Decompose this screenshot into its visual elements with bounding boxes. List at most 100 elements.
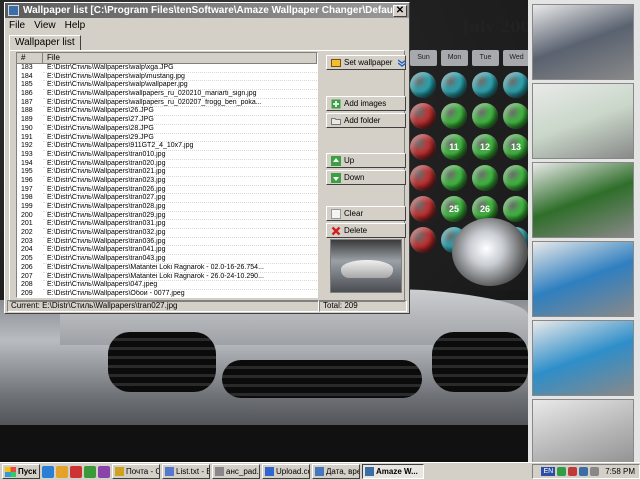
row-file-path: E:\Distr\Стиль\Wallpapers\tran028.jpg: [43, 203, 317, 212]
app-quicklaunch-icon[interactable]: [84, 465, 96, 478]
window-title: Wallpaper list [C:\Program Files\tenSoft…: [23, 5, 393, 16]
thumb-blue-text[interactable]: [532, 320, 634, 396]
table-row[interactable]: 186 E:\Distr\Стиль\Wallpapers\wallpapers_…: [17, 90, 317, 99]
row-number: 190: [21, 124, 33, 132]
calendar-day: [472, 72, 498, 98]
close-button[interactable]: ✕: [393, 4, 407, 17]
row-number: 209: [21, 289, 33, 297]
table-row[interactable]: 192 E:\Distr\Стиль\Wallpapers\911GT2_4_10…: [17, 142, 317, 151]
table-row[interactable]: 184 E:\Distr\Стиль\Wallpapers\walp\mustan…: [17, 73, 317, 82]
down-label: Down: [344, 173, 365, 182]
table-row[interactable]: 191 E:\Distr\Стиль\Wallpapers\29.JPG: [17, 134, 317, 143]
table-row[interactable]: 202 E:\Distr\Стиль\Wallpapers\tran032.jpg: [17, 229, 317, 238]
table-row[interactable]: 196 E:\Distr\Стиль\Wallpapers\tran023.jpg: [17, 177, 317, 186]
thumb-car-tunnel[interactable]: [532, 4, 634, 80]
row-number: 184: [21, 72, 33, 80]
clock[interactable]: 7:58 PM: [605, 467, 635, 476]
row-file-path: E:\Distr\Стиль\Wallpapers\26.JPG: [43, 107, 317, 117]
language-indicator[interactable]: EN: [541, 467, 556, 476]
set-wallpaper-button[interactable]: Set wallpaper: [326, 55, 406, 70]
tab-wallpaper-list[interactable]: Wallpaper list: [9, 35, 81, 51]
thumb-biget[interactable]: [532, 399, 634, 462]
wallpaper-list[interactable]: # File 183 E:\Distr\Стиль\Wallpapers\walp…: [16, 52, 318, 298]
taskbar-item[interactable]: анс_pad...: [212, 464, 260, 479]
start-button[interactable]: Пуск: [2, 464, 40, 479]
title-bar[interactable]: Wallpaper list [C:\Program Files\tenSoft…: [5, 3, 409, 18]
column-header-number[interactable]: #: [17, 53, 43, 64]
menu-view[interactable]: View: [34, 20, 56, 31]
delete-label: Delete: [344, 226, 368, 235]
system-tray: EN 7:58 PM: [532, 464, 640, 479]
table-row[interactable]: 193 E:\Distr\Стиль\Wallpapers\tran010.jpg: [17, 151, 317, 160]
tray-antivirus-icon[interactable]: [568, 467, 578, 476]
row-file-path: E:\Distr\Стиль\Wallpapers\911GT2_4_10x7.…: [43, 142, 317, 151]
menu-help[interactable]: Help: [65, 20, 86, 31]
down-button[interactable]: Down: [326, 170, 406, 185]
add-images-button[interactable]: Add images: [326, 96, 406, 111]
taskbar-item[interactable]: Amaze W...: [362, 464, 424, 479]
row-file-path: E:\Distr\Стиль\Wallpapers\047.jpeg: [43, 281, 317, 290]
taskbar-item[interactable]: Дата, вре...: [312, 464, 360, 479]
column-header-file[interactable]: File: [43, 53, 317, 64]
calendar-day: [503, 72, 529, 98]
taskbar-item[interactable]: List.txt - Б...: [162, 464, 210, 479]
wallpaper-list-window: Wallpaper list [C:\Program Files\tenSoft…: [4, 2, 410, 314]
table-row[interactable]: 207 E:\Distr\Стиль\Wallpapers\Matantei Lo…: [17, 273, 317, 282]
table-row[interactable]: 199 E:\Distr\Стиль\Wallpapers\tran028.jpg: [17, 203, 317, 212]
player-quicklaunch-icon[interactable]: [98, 465, 110, 478]
table-row[interactable]: 183 E:\Distr\Стиль\Wallpapers\walp\xga.JP…: [17, 64, 317, 73]
table-row[interactable]: 205 E:\Distr\Стиль\Wallpapers\tran043.jpg: [17, 255, 317, 264]
clear-button[interactable]: Clear: [326, 206, 406, 221]
table-row[interactable]: 195 E:\Distr\Стиль\Wallpapers\tran021.jpg: [17, 168, 317, 177]
table-row[interactable]: 203 E:\Distr\Стиль\Wallpapers\tran036.jpg: [17, 238, 317, 247]
table-row[interactable]: 204 E:\Distr\Стиль\Wallpapers\tran041.jpg: [17, 246, 317, 256]
table-row[interactable]: 197 E:\Distr\Стиль\Wallpapers\tran026.jpg: [17, 186, 317, 195]
folder-quicklaunch-icon[interactable]: [56, 465, 68, 478]
calendar-day: [441, 103, 467, 129]
menu-file[interactable]: File: [9, 20, 25, 31]
delete-icon: [331, 226, 341, 235]
chevron-down-icon[interactable]: [398, 59, 406, 67]
calendar-day: 13: [503, 134, 529, 160]
table-row[interactable]: 208 E:\Distr\Стиль\Wallpapers\047.jpeg: [17, 281, 317, 290]
thumb-island[interactable]: [532, 241, 634, 317]
up-label: Up: [344, 156, 355, 165]
table-row[interactable]: 188 E:\Distr\Стиль\Wallpapers\26.JPG: [17, 107, 317, 117]
table-row[interactable]: 200 E:\Distr\Стиль\Wallpapers\tran029.jpg: [17, 212, 317, 221]
table-row[interactable]: 190 E:\Distr\Стиль\Wallpapers\28.JPG: [17, 125, 317, 134]
table-row[interactable]: 185 E:\Distr\Стиль\Wallpapers\walp\wallpa…: [17, 81, 317, 91]
table-row[interactable]: 198 E:\Distr\Стиль\Wallpapers\tran027.jpg: [17, 194, 317, 203]
arrow-down-icon: [331, 172, 341, 183]
row-number: 207: [21, 272, 33, 280]
taskbar-item[interactable]: Почта - С...: [112, 464, 160, 479]
media-quicklaunch-icon[interactable]: [70, 465, 82, 478]
tab-panel: # File 183 E:\Distr\Стиль\Wallpapers\walp…: [9, 50, 406, 302]
add-images-icon: [331, 99, 341, 108]
calendar-day: 12: [472, 134, 498, 160]
tray-wallpaper-icon[interactable]: [579, 467, 589, 476]
table-row[interactable]: 206 E:\Distr\Стиль\Wallpapers\Matantei Lo…: [17, 264, 317, 273]
row-file-path: E:\Distr\Стиль\Wallpapers\Обои - 0077.jp…: [43, 290, 317, 297]
menu-bar: File View Help: [5, 18, 409, 33]
row-file-path: E:\Distr\Стиль\Wallpapers\tran021.jpg: [43, 168, 317, 177]
delete-button[interactable]: Delete: [326, 223, 406, 238]
table-row[interactable]: 189 E:\Distr\Стиль\Wallpapers\27.JPG: [17, 116, 317, 125]
thumb-spider[interactable]: [532, 83, 634, 159]
folder-icon: [331, 117, 341, 125]
taskbar-item[interactable]: Upload.co...: [262, 464, 310, 479]
add-folder-label: Add folder: [344, 116, 381, 125]
table-row[interactable]: 201 E:\Distr\Стиль\Wallpapers\tran031.jpg: [17, 220, 317, 230]
calendar-day: [410, 72, 436, 98]
up-button[interactable]: Up: [326, 153, 406, 168]
calendar-day: 11: [441, 134, 467, 160]
taskbar-app-icon: [265, 467, 274, 476]
tray-volume-icon[interactable]: [590, 467, 600, 476]
table-row[interactable]: 194 E:\Distr\Стиль\Wallpapers\tran020.jpg: [17, 160, 317, 169]
tray-network-icon[interactable]: [557, 467, 567, 476]
browser-quicklaunch-icon[interactable]: [42, 465, 54, 478]
table-row[interactable]: 187 E:\Distr\Стиль\Wallpapers\wallpapers_…: [17, 99, 317, 108]
thumb-leaf[interactable]: [532, 162, 634, 238]
table-row[interactable]: 209 E:\Distr\Стиль\Wallpapers\Обои - 0077…: [17, 289, 317, 297]
row-file-path: E:\Distr\Стиль\Wallpapers\tran043.jpg: [43, 255, 317, 264]
add-folder-button[interactable]: Add folder: [326, 113, 406, 128]
